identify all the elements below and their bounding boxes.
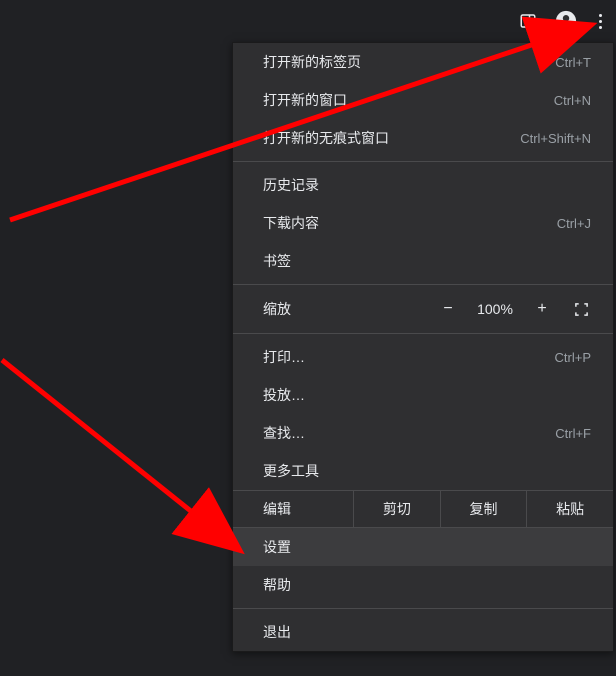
menu-separator: [233, 161, 613, 162]
menu-item-label: 设置: [263, 537, 291, 557]
menu-item-label: 打开新的窗口: [263, 90, 347, 110]
menu-help[interactable]: 帮助: [233, 566, 613, 604]
browser-main-menu: 打开新的标签页 Ctrl+T 打开新的窗口 Ctrl+N 打开新的无痕式窗口 C…: [232, 42, 614, 652]
menu-item-shortcut: Ctrl+T: [555, 55, 591, 70]
menu-edit-row: 编辑 剪切 复制 粘贴: [233, 490, 613, 528]
menu-item-shortcut: Ctrl+J: [557, 216, 591, 231]
menu-item-label: 下载内容: [263, 213, 319, 233]
menu-item-shortcut: Ctrl+N: [554, 93, 591, 108]
edit-paste-button[interactable]: 粘贴: [526, 491, 613, 527]
menu-item-label: 更多工具: [263, 461, 319, 481]
edit-copy-button[interactable]: 复制: [440, 491, 527, 527]
menu-print[interactable]: 打印… Ctrl+P: [233, 338, 613, 376]
menu-zoom-row: 缩放 − 100% +: [233, 289, 613, 329]
menu-downloads[interactable]: 下载内容 Ctrl+J: [233, 204, 613, 242]
edit-label: 编辑: [233, 491, 353, 527]
zoom-percentage: 100%: [467, 301, 523, 317]
side-panel-icon[interactable]: [519, 12, 537, 30]
menu-item-label: 打印…: [263, 347, 305, 367]
menu-item-shortcut: Ctrl+P: [555, 350, 591, 365]
menu-item-label: 历史记录: [263, 175, 319, 195]
menu-item-label: 书签: [263, 251, 291, 271]
menu-find[interactable]: 查找… Ctrl+F: [233, 414, 613, 452]
menu-more-tools[interactable]: 更多工具: [233, 452, 613, 490]
menu-new-incognito[interactable]: 打开新的无痕式窗口 Ctrl+Shift+N: [233, 119, 613, 157]
menu-item-label: 投放…: [263, 385, 305, 405]
menu-item-shortcut: Ctrl+F: [555, 426, 591, 441]
menu-item-label: 打开新的无痕式窗口: [263, 128, 389, 148]
menu-bookmarks[interactable]: 书签: [233, 242, 613, 280]
menu-separator: [233, 284, 613, 285]
menu-item-label: 打开新的标签页: [263, 52, 361, 72]
menu-item-label: 帮助: [263, 575, 291, 595]
fullscreen-icon[interactable]: [561, 302, 601, 317]
menu-history[interactable]: 历史记录: [233, 166, 613, 204]
menu-separator: [233, 608, 613, 609]
menu-item-shortcut: Ctrl+Shift+N: [520, 131, 591, 146]
menu-settings[interactable]: 设置: [233, 528, 613, 566]
edit-cut-button[interactable]: 剪切: [353, 491, 440, 527]
menu-item-label: 查找…: [263, 423, 305, 443]
menu-exit[interactable]: 退出: [233, 613, 613, 651]
menu-separator: [233, 333, 613, 334]
zoom-in-button[interactable]: +: [523, 300, 561, 318]
browser-toolbar-right: [519, 0, 616, 42]
profile-icon[interactable]: [555, 10, 577, 32]
menu-new-window[interactable]: 打开新的窗口 Ctrl+N: [233, 81, 613, 119]
zoom-label: 缩放: [263, 299, 343, 319]
menu-cast[interactable]: 投放…: [233, 376, 613, 414]
menu-new-tab[interactable]: 打开新的标签页 Ctrl+T: [233, 43, 613, 81]
zoom-out-button[interactable]: −: [429, 300, 467, 318]
more-menu-icon[interactable]: [595, 10, 606, 33]
menu-item-label: 退出: [263, 622, 291, 642]
